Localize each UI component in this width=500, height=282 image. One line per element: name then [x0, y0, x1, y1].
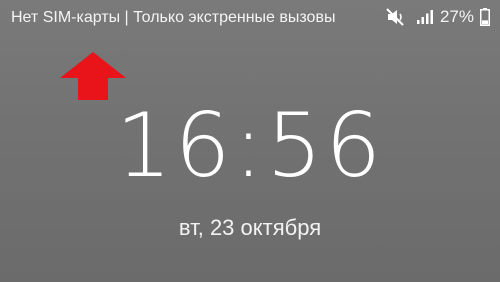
lock-screen-clock: 16:56 [115, 94, 385, 197]
status-bar: Нет SIM-карты | Только экстренные вызовы… [0, 0, 500, 36]
signal-icon [416, 9, 434, 25]
battery-icon [480, 8, 490, 26]
mute-icon [386, 8, 406, 26]
battery-percent: 27% [439, 7, 474, 26]
arrow-up-icon [60, 52, 126, 100]
lock-screen-date: вт, 23 октября [178, 215, 322, 240]
status-icons: 27% [386, 6, 490, 28]
carrier-status-text: Нет SIM-карты | Только экстренные вызовы [11, 9, 336, 26]
